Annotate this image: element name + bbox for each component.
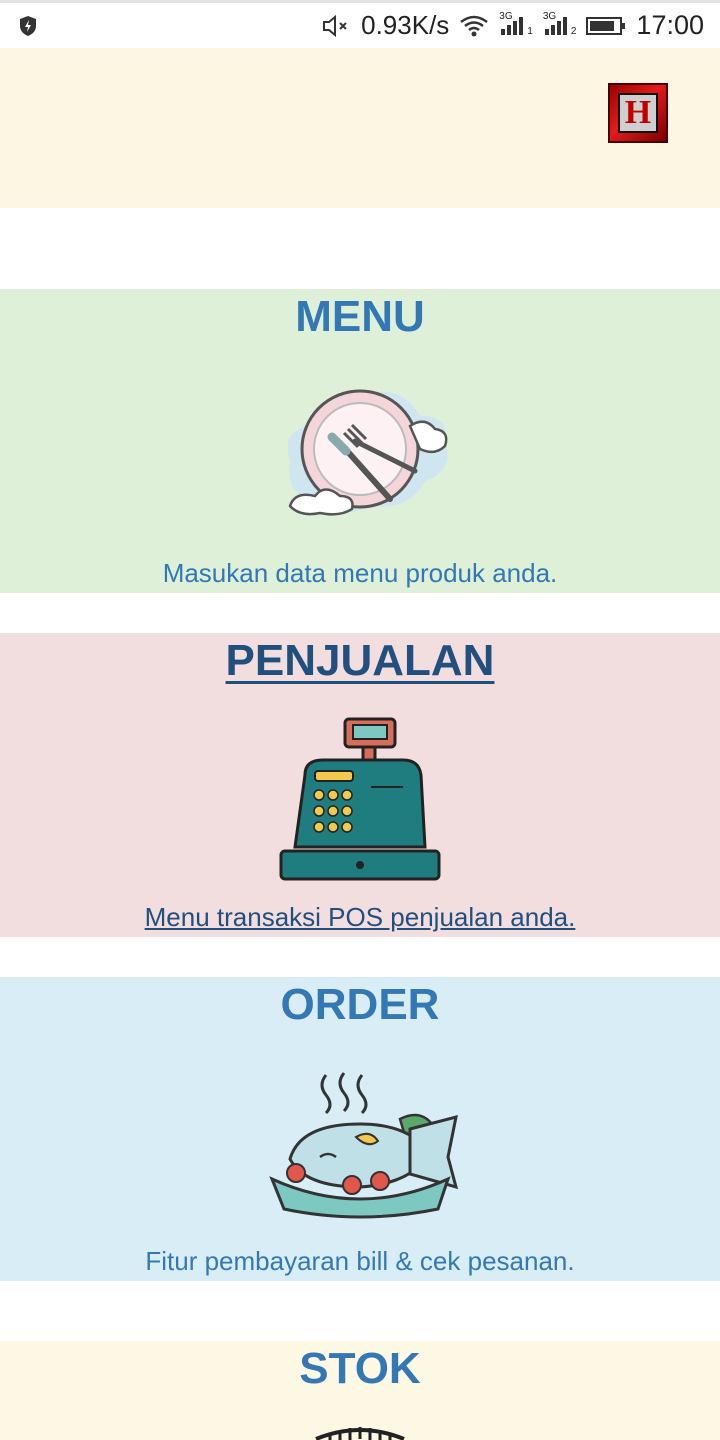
menu-title[interactable]: MENU — [0, 291, 720, 343]
order-illustration — [0, 1069, 720, 1219]
order-description: Fitur pembayaran bill & cek pesanan. — [145, 1246, 575, 1276]
menu-description: Masukan data menu produk anda. — [162, 558, 558, 588]
signal-2: 3G 2 — [543, 11, 577, 37]
penjualan-illustration — [0, 715, 720, 885]
order-title[interactable]: ORDER — [0, 979, 720, 1031]
sim-1-label: 1 — [527, 25, 533, 37]
mute-icon — [323, 14, 347, 37]
stok-title[interactable]: STOK — [0, 1343, 720, 1395]
stok-illustration — [0, 1421, 720, 1440]
wifi-icon — [460, 15, 489, 36]
signal-1: 3G 1 — [499, 11, 533, 37]
stok-card[interactable]: STOK — [0, 1341, 720, 1440]
stock-icon — [315, 1427, 405, 1440]
menu-card[interactable]: MENU Masukan data menu produk anda. — [0, 289, 720, 593]
plate-cutlery-icon — [287, 389, 448, 516]
cash-register-icon — [279, 717, 441, 881]
battery-icon — [586, 16, 626, 35]
clock: 17:00 — [636, 10, 704, 40]
penjualan-title[interactable]: PENJUALAN — [0, 635, 720, 687]
order-card[interactable]: ORDER Fitur pembayaran bill & cek pesana… — [0, 977, 720, 1281]
menu-illustration — [0, 371, 720, 531]
fish-dish-icon — [269, 1072, 459, 1219]
app-header: H — [0, 48, 720, 208]
shield-icon — [20, 15, 36, 36]
status-bar: 0.93K/s 3G 1 3G 2 17:00 — [0, 0, 720, 48]
network-type-2: 3G — [542, 10, 557, 22]
logo-letter: H — [618, 93, 658, 133]
penjualan-description[interactable]: Menu transaksi POS penjualan anda. — [0, 901, 720, 933]
penjualan-description-link[interactable]: Menu transaksi POS penjualan anda. — [145, 902, 576, 932]
network-type-1: 3G — [499, 10, 513, 22]
network-speed: 0.93K/s — [361, 10, 450, 40]
penjualan-title-link[interactable]: PENJUALAN — [226, 636, 495, 685]
penjualan-card[interactable]: PENJUALAN Menu transaksi POS penjualan a… — [0, 633, 720, 937]
sim-2-label: 2 — [570, 25, 577, 37]
app-logo[interactable]: H — [608, 83, 668, 143]
